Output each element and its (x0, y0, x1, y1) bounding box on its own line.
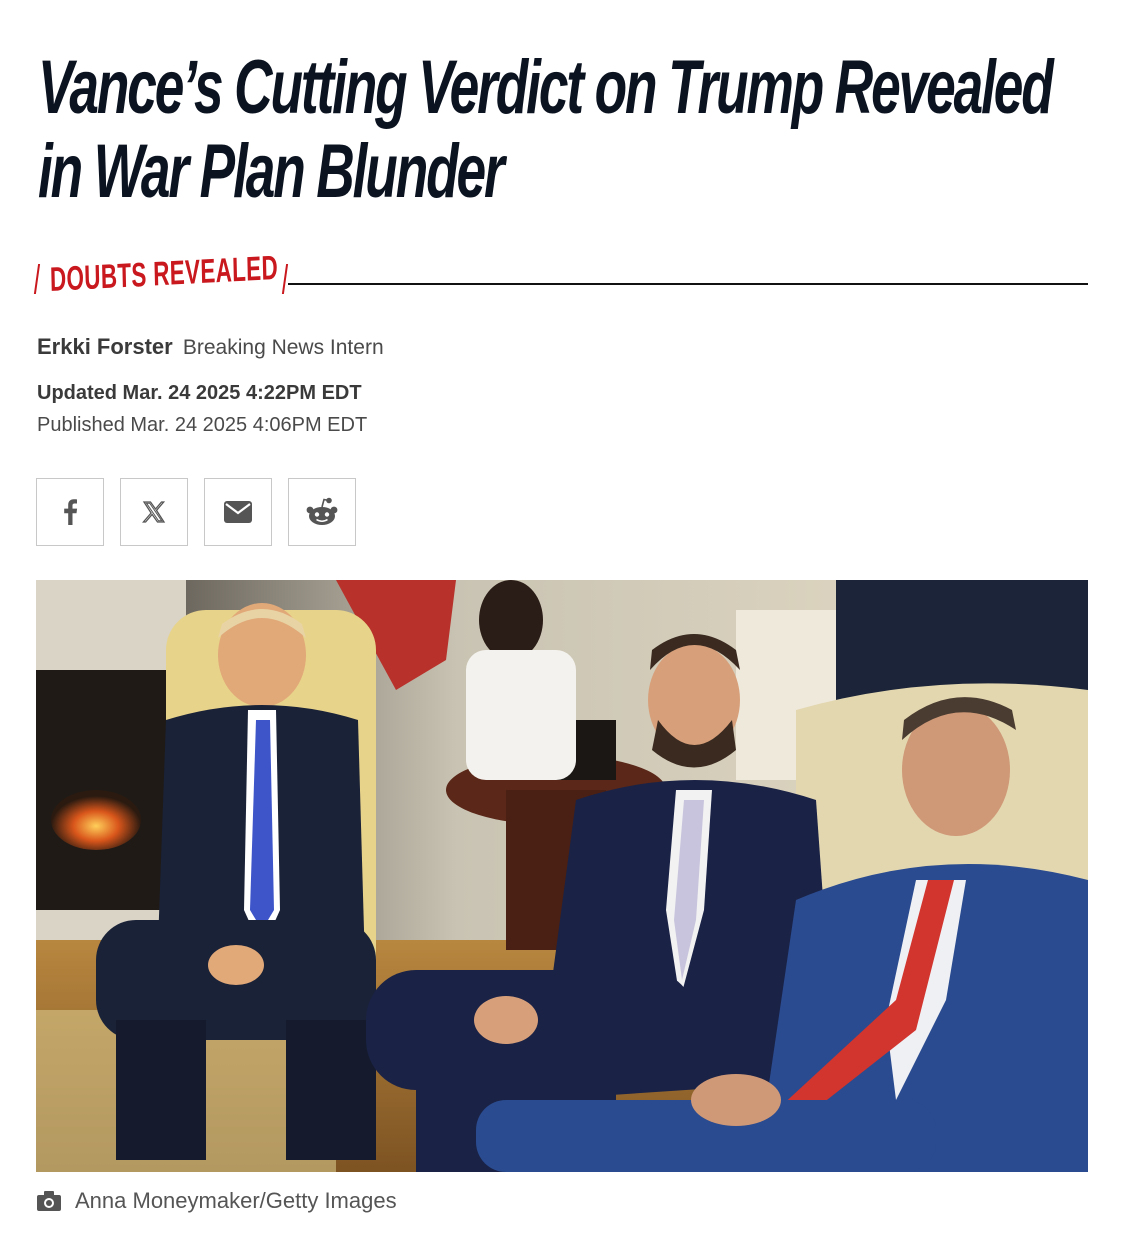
rubric-divider (288, 283, 1088, 285)
reddit-icon (306, 497, 338, 525)
share-facebook-button[interactable] (36, 478, 104, 546)
author-name[interactable]: Erkki Forster (37, 334, 173, 359)
published-timestamp: Published Mar. 24 2025 4:06PM EDT (37, 414, 368, 436)
hero-photo[interactable] (36, 580, 1088, 1172)
headline: Vance’s Cutting Verdict on Trump Reveale… (38, 45, 1054, 214)
share-email-button[interactable] (204, 478, 272, 546)
rubric: DOUBTS REVEALED (33, 249, 1088, 302)
rubric-bar-right (281, 264, 289, 294)
rubric-bar-left (33, 264, 41, 294)
byline: Erkki Forster Breaking News Intern (37, 334, 384, 360)
share-x-button[interactable] (120, 478, 188, 546)
author-role: Breaking News Intern (182, 336, 384, 359)
hero-photo-illustration (36, 580, 1088, 1172)
facebook-icon (64, 499, 78, 525)
camera-icon (37, 1191, 61, 1211)
mail-icon (224, 501, 252, 523)
x-icon (142, 501, 166, 523)
rubric-label[interactable]: DOUBTS REVEALED (50, 248, 279, 300)
photo-caption: Anna Moneymaker/Getty Images (37, 1188, 397, 1214)
photo-credit: Anna Moneymaker/Getty Images (75, 1188, 397, 1213)
share-bar (36, 478, 356, 548)
updated-timestamp: Updated Mar. 24 2025 4:22PM EDT (37, 382, 362, 404)
share-reddit-button[interactable] (288, 478, 356, 546)
